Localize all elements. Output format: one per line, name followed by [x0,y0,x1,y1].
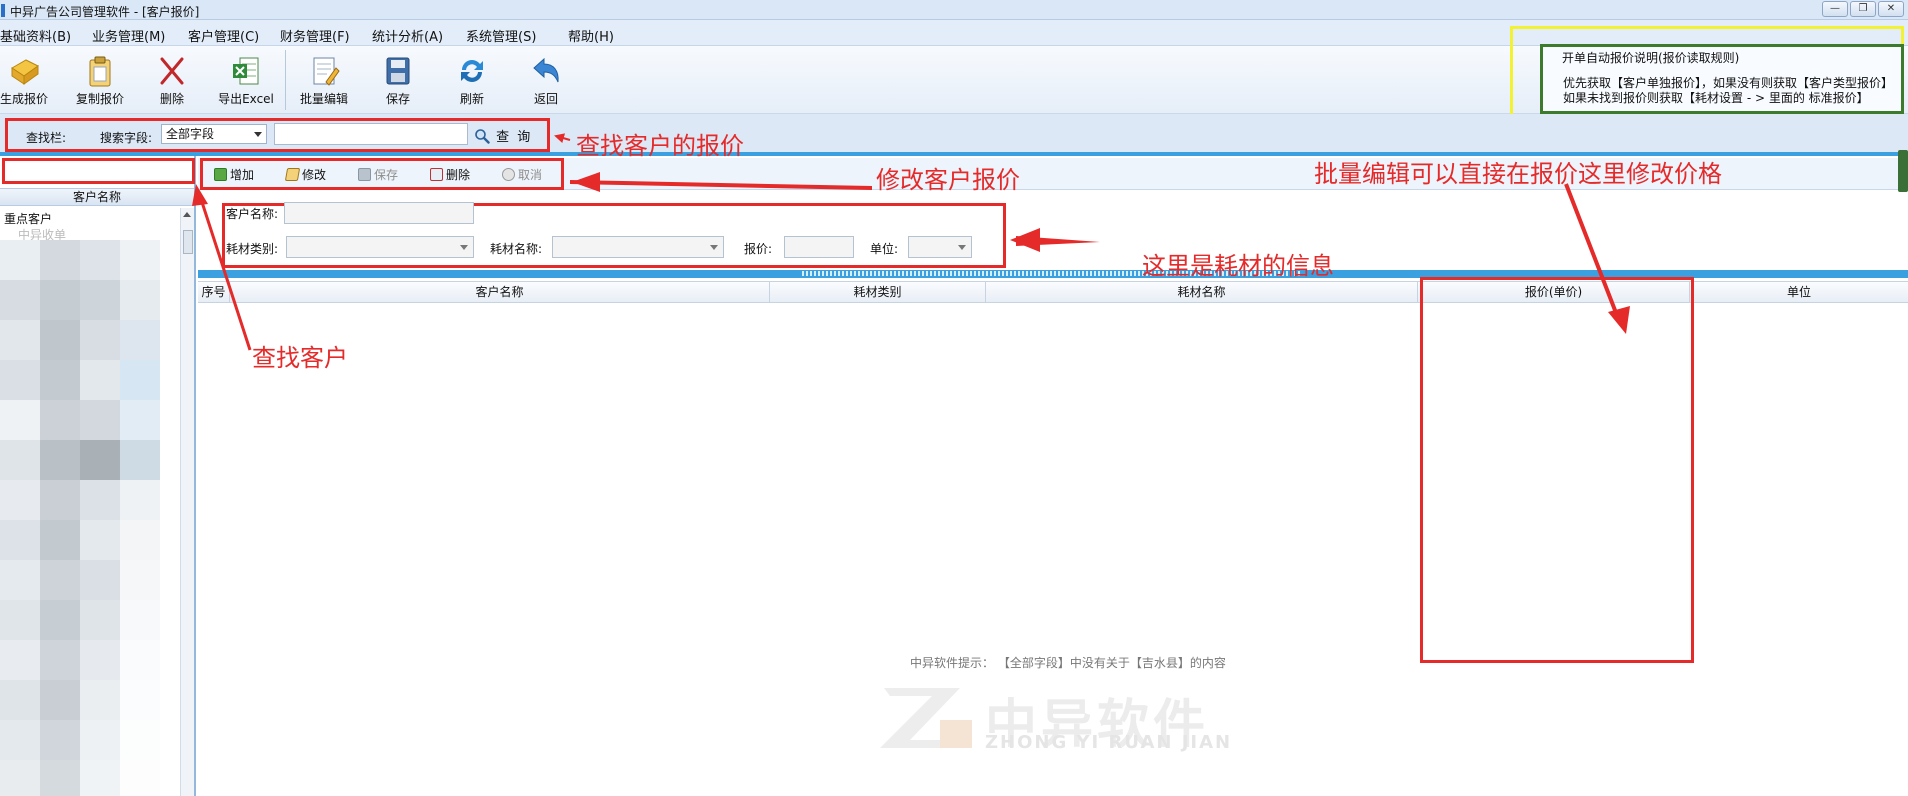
arrow-batch-edit [1564,183,1620,319]
annotation-modify-quote: 修改客户报价 [876,166,1020,194]
annotation-batch-edit: 批量编辑可以直接在报价这里修改价格 [1314,160,1722,188]
arrow-modify-quote [570,180,872,190]
annotation-arrows [192,133,1630,351]
arrow-search-quote [554,133,571,144]
side-panel-grip[interactable] [1898,150,1908,192]
arrow-find-customer [198,195,252,351]
annotation-material-info: 这里是耗材的信息 [1142,252,1334,280]
annotation-search-quote: 查找客户的报价 [576,132,744,160]
annotation-find-customer: 查找客户 [252,344,348,372]
